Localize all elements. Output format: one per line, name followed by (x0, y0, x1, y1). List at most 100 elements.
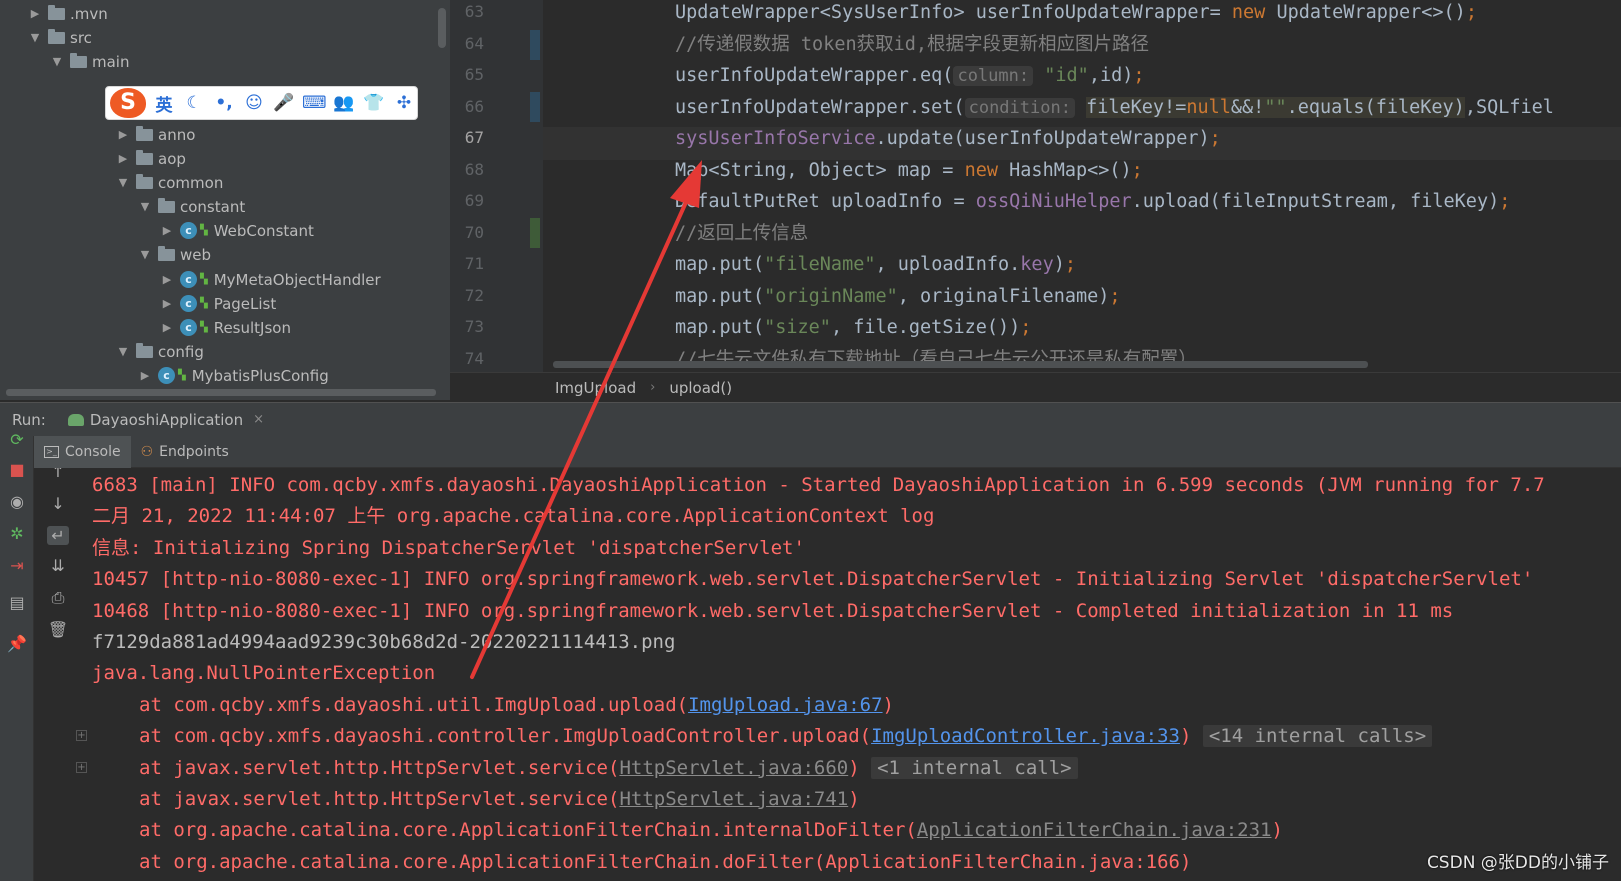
expanded-arrow-icon[interactable]: ▼ (50, 55, 64, 68)
collapsed-arrow-icon[interactable]: ▶ (160, 224, 174, 237)
keyboard-icon[interactable]: ⌨ (302, 93, 327, 113)
run-toolbar: ⟳ ■ ◉ ✲ ⇥ ▤ 📌 (0, 430, 34, 881)
tree-item[interactable]: ▼ constant (138, 194, 245, 219)
change-marker-added[interactable] (530, 218, 540, 248)
code-token: "fileName" (764, 254, 876, 275)
code-line[interactable]: map.put("fileName", uploadInfo.key); (675, 249, 1076, 281)
console-text: ) (1271, 819, 1283, 842)
close-tab-icon[interactable]: × (253, 412, 264, 427)
scroll-to-end-icon[interactable]: ⇊ (47, 556, 69, 575)
tree-item[interactable]: ▶ aop (116, 146, 186, 171)
exit-icon[interactable]: ⇥ (6, 556, 28, 575)
tree-item[interactable]: ▶ c ▚ ResultJson (160, 315, 291, 340)
console-output[interactable]: 6683 [main] INFO com.qcby.xmfs.dayaoshi.… (74, 468, 1621, 881)
user-group-icon[interactable]: 👥 (332, 93, 356, 113)
code-line[interactable]: userInfoUpdateWrapper.set(condition: fil… (675, 92, 1554, 124)
code-line[interactable]: map.put("size", file.getSize()); (675, 312, 1031, 344)
rerun-icon[interactable]: ⟳ (6, 430, 28, 449)
folded-calls-badge[interactable]: <1 internal call> (871, 756, 1078, 779)
code-token: map.put( (675, 285, 765, 307)
change-marker-modified[interactable] (530, 92, 540, 122)
print-icon[interactable]: ⎙ (47, 588, 69, 608)
tree-item[interactable]: ▼ common (116, 170, 223, 195)
console-line: at javax.servlet.http.HttpServlet.servic… (92, 753, 1078, 783)
emoji-icon[interactable]: ☺ (242, 93, 266, 113)
expanded-arrow-icon[interactable]: ▼ (138, 248, 152, 261)
collapsed-arrow-icon[interactable]: ▶ (116, 128, 130, 141)
stacktrace-link[interactable]: ImgUpload.java:67 (688, 694, 882, 716)
code-line[interactable]: //传递假数据 token获取id,根据字段更新相应图片路径 (675, 29, 1149, 61)
tree-horizontal-scrollbar[interactable] (6, 389, 436, 396)
change-marker-modified[interactable] (530, 30, 540, 60)
code-line[interactable]: sysUserInfoService.update(userInfoUpdate… (675, 123, 1221, 155)
code-token: .equals(fileKey) (1286, 96, 1465, 118)
collapsed-arrow-icon[interactable]: ▶ (160, 321, 174, 334)
ime-toolbar[interactable]: S 英 ☾ •, ☺ 🎤 ⌨ 👥 👕 ✣ (105, 86, 418, 120)
stacktrace-link[interactable]: HttpServlet.java:660 (619, 757, 848, 779)
project-tree-panel[interactable]: ▶ .mvn ▼ src ▼ main ▶ anno ▶ aop ▼ common ▼ constant ▶… (0, 0, 450, 400)
soft-wrap-icon[interactable]: ↵ (47, 526, 69, 545)
collapsed-arrow-icon[interactable]: ▶ (116, 152, 130, 165)
collapsed-arrow-icon[interactable]: ▶ (138, 369, 152, 382)
console-text: 10457 [http-nio-8080-exec-1] INFO org.sp… (92, 568, 1534, 591)
tree-item[interactable]: ▶ c ▚ PageList (160, 291, 276, 316)
collapsed-arrow-icon[interactable]: ▶ (160, 273, 174, 286)
expand-fold-icon[interactable]: + (76, 730, 87, 742)
tree-item[interactable]: ▼ web (138, 242, 211, 267)
code-editor[interactable]: UpdateWrapper<SysUserInfo> userInfoUpdat… (543, 0, 1621, 372)
breadcrumb-method[interactable]: upload() (669, 379, 732, 397)
layout-icon[interactable]: ▤ (6, 593, 28, 612)
expanded-arrow-icon[interactable]: ▼ (28, 31, 42, 44)
debug-bug-icon[interactable]: ✲ (6, 524, 28, 543)
tree-item[interactable]: ▼ main (50, 49, 129, 74)
code-token: ; (1064, 254, 1076, 275)
tree-item[interactable]: ▼ src (28, 25, 92, 50)
stacktrace-link[interactable]: ApplicationFilterChain.java:231 (917, 819, 1272, 841)
moon-icon[interactable]: ☾ (182, 93, 206, 113)
code-line[interactable]: //返回上传信息 (675, 218, 808, 250)
folded-calls-badge[interactable]: <14 internal calls> (1202, 725, 1433, 748)
code-line[interactable]: DefaultPutRet uploadInfo = ossQiNiuHelpe… (675, 186, 1510, 218)
code-token: ) (1053, 254, 1065, 275)
collapsed-arrow-icon[interactable]: ▶ (160, 297, 174, 310)
scroll-down-icon[interactable]: ↓ (47, 494, 69, 513)
tree-item[interactable]: ▶ c ▚ WebConstant (160, 218, 314, 243)
expanded-arrow-icon[interactable]: ▼ (138, 200, 152, 213)
tree-item[interactable]: ▶ .mvn (28, 1, 108, 26)
tree-item[interactable]: ▶ c ▚ MybatisPlusConfig (138, 363, 329, 388)
stacktrace-link[interactable]: ImgUploadController.java:33 (871, 725, 1180, 747)
code-token: null (1186, 96, 1231, 118)
tree-item[interactable]: ▼ config (116, 339, 204, 364)
code-line[interactable]: UpdateWrapper<SysUserInfo> userInfoUpdat… (675, 0, 1477, 29)
punctuation-icon[interactable]: •, (212, 93, 236, 113)
pin-icon[interactable]: 📌 (6, 634, 28, 653)
tree-item[interactable]: ▶ anno (116, 122, 195, 147)
stop-icon[interactable]: ■ (6, 460, 28, 479)
ime-language-toggle[interactable]: 英 (152, 91, 176, 116)
tree-item-label: ResultJson (213, 318, 291, 337)
spring-boot-icon (67, 413, 84, 426)
code-line[interactable]: userInfoUpdateWrapper.eq(column: "id",id… (675, 60, 1145, 92)
code-line[interactable]: Map<String, Object> map = new HashMap<>(… (675, 155, 1143, 187)
clear-trash-icon[interactable]: 🗑 (47, 620, 69, 639)
ime-logo-icon[interactable]: S (110, 88, 146, 118)
expanded-arrow-icon[interactable]: ▼ (116, 345, 130, 358)
toolbox-icon[interactable]: ✣ (392, 93, 416, 113)
editor-horizontal-scrollbar[interactable] (553, 361, 1368, 368)
collapsed-arrow-icon[interactable]: ▶ (28, 7, 42, 20)
camera-icon[interactable]: ◉ (6, 492, 28, 511)
expand-fold-icon[interactable]: + (76, 761, 87, 773)
console-line: 10457 [http-nio-8080-exec-1] INFO org.sp… (92, 564, 1533, 594)
microphone-icon[interactable]: 🎤 (272, 93, 296, 113)
tab-endpoints[interactable]: ⚇ Endpoints (131, 436, 239, 468)
tab-console[interactable]: >_ Console (34, 435, 131, 468)
skin-shirt-icon[interactable]: 👕 (362, 93, 386, 113)
console-text: at org.apache.catalina.core.ApplicationF… (139, 819, 917, 842)
expanded-arrow-icon[interactable]: ▼ (116, 176, 130, 189)
stacktrace-link[interactable]: HttpServlet.java:741 (619, 788, 848, 810)
code-line[interactable]: map.put("originName", originalFilename); (675, 281, 1121, 313)
breadcrumb-class[interactable]: ImgUpload (555, 379, 636, 397)
tree-item[interactable]: ▶ c ▚ MyMetaObjectHandler (160, 267, 381, 292)
java-class-icon: c (158, 367, 175, 384)
run-config-tab[interactable]: DayaoshiApplication × (67, 411, 264, 429)
